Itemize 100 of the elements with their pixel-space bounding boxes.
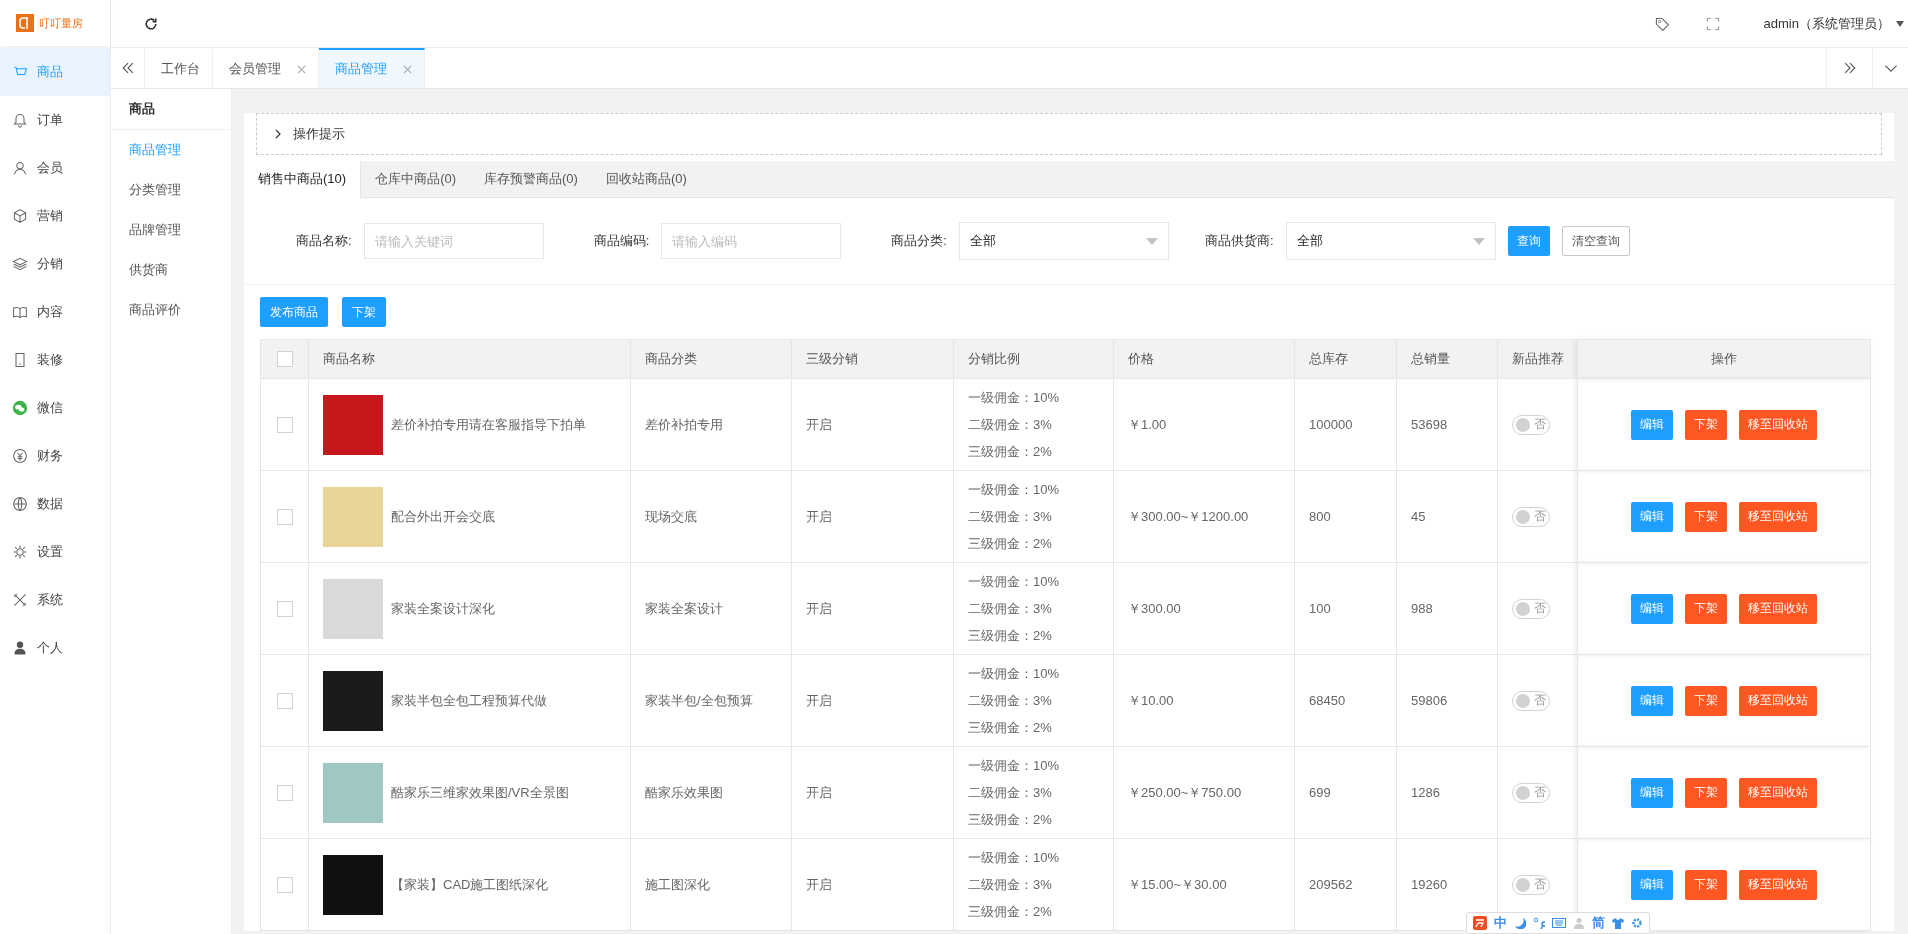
filter-label: 商品名称: — [296, 232, 352, 250]
product-name[interactable]: 酷家乐三维家效果图/VR全景图 — [391, 783, 569, 802]
commission-text: 二级佣金：3% — [968, 784, 1053, 802]
sidebar-item[interactable]: 微信 — [0, 384, 110, 432]
danger-button[interactable]: 下架 — [1685, 685, 1727, 716]
danger-button[interactable]: 移至回收站 — [1739, 593, 1817, 624]
filter-input[interactable]: 请输入编码 — [661, 223, 842, 259]
tools-icon — [12, 592, 28, 608]
row-checkbox[interactable] — [276, 416, 293, 433]
table-cell: 差价补拍专用 — [645, 416, 723, 432]
commission-text: 一级佣金：10% — [968, 757, 1061, 775]
tips-panel[interactable]: 操作提示 — [256, 113, 1882, 155]
product-name[interactable]: 差价补拍专用请在客服指导下拍单 — [391, 415, 586, 434]
danger-button[interactable]: 移至回收站 — [1739, 869, 1817, 900]
row-checkbox[interactable] — [276, 508, 293, 525]
table-cell: 68450 — [1309, 693, 1346, 708]
sidebar-item[interactable]: 会员 — [0, 144, 110, 192]
table-cell: 45 — [1411, 509, 1426, 524]
danger-button[interactable]: 下架 — [1685, 593, 1727, 624]
user-menu[interactable]: admin（系统管理员） — [1763, 14, 1890, 33]
product-name[interactable]: 家装半包全包工程预算代做 — [391, 691, 547, 710]
product-name[interactable]: 配合外出开会交底 — [391, 507, 495, 526]
ime-script[interactable]: 简 — [1592, 914, 1605, 932]
tag-icon[interactable] — [1653, 15, 1670, 32]
filter-input[interactable]: 请输入关键词 — [363, 223, 544, 259]
select-all-checkbox[interactable] — [276, 351, 293, 368]
caret-icon[interactable] — [1896, 20, 1904, 27]
price-text: ￥15.00~￥30.00 — [1128, 876, 1227, 892]
sidebar-item[interactable]: 设置 — [0, 528, 110, 576]
commission-text: 三级佣金：2% — [968, 627, 1053, 645]
sidebar-item[interactable]: 系统 — [0, 576, 110, 624]
danger-button[interactable]: 移至回收站 — [1739, 777, 1817, 808]
danger-button[interactable]: 下架 — [1685, 777, 1727, 808]
price-text: ￥300.00 — [1128, 600, 1181, 616]
keyboard-icon[interactable] — [1552, 918, 1566, 928]
danger-button[interactable]: 移至回收站 — [1739, 501, 1817, 532]
row-checkbox[interactable] — [276, 784, 293, 801]
row-checkbox[interactable] — [276, 692, 293, 709]
close-icon[interactable] — [403, 64, 412, 74]
sidebar-item[interactable]: 数据 — [0, 480, 110, 528]
clear-button[interactable]: 清空查询 — [1561, 226, 1630, 256]
danger-button[interactable]: 移至回收站 — [1739, 409, 1817, 440]
goods-tab[interactable]: 销售中商品(10) — [244, 161, 362, 198]
sidebar-item[interactable]: 个人 — [0, 624, 110, 672]
subnav-item[interactable]: 供货商 — [111, 250, 231, 290]
table-cell: 开启 — [806, 784, 832, 800]
subnav-item[interactable]: 品牌管理 — [111, 210, 231, 250]
table-cell: 开启 — [806, 876, 832, 892]
filter-select[interactable]: 全部 — [958, 222, 1169, 260]
goods-tab[interactable]: 库存预警商品(0) — [470, 161, 592, 197]
shirt-icon[interactable] — [1612, 917, 1624, 929]
moon-icon[interactable] — [1514, 917, 1526, 929]
scroll-right-button[interactable] — [1826, 48, 1872, 88]
danger-button[interactable]: 下架 — [1685, 869, 1727, 900]
photo-placeholder — [323, 394, 383, 455]
goods-tab[interactable]: 回收站商品(0) — [591, 161, 701, 197]
table-cell: 开启 — [806, 600, 832, 616]
subnav-item[interactable]: 分类管理 — [111, 170, 231, 210]
filter-label: 商品编码: — [593, 232, 650, 250]
sidebar-item[interactable]: 营销 — [0, 192, 110, 240]
goods-tab[interactable]: 仓库中商品(0) — [361, 161, 470, 197]
close-icon[interactable] — [297, 64, 306, 74]
sidebar-item[interactable]: 分销 — [0, 240, 110, 288]
sidebar-item[interactable]: 装修 — [0, 336, 110, 384]
commission-text: 三级佣金：2% — [968, 811, 1053, 829]
sidebar-item[interactable]: 财务 — [0, 432, 110, 480]
product-name[interactable]: 家装全案设计深化 — [391, 599, 495, 618]
photo-placeholder — [323, 670, 383, 731]
scroll-left-button[interactable] — [111, 48, 145, 88]
column-header: 总库存 — [1309, 351, 1348, 366]
photo-placeholder — [323, 762, 383, 823]
commission-text: 一级佣金：10% — [968, 573, 1061, 591]
price-text: ￥250.00~￥750.00 — [1128, 784, 1242, 800]
table-cell: 100 — [1309, 601, 1331, 616]
table-cell: 施工图深化 — [645, 876, 710, 892]
tabs-menu-button[interactable] — [1872, 48, 1908, 88]
table-cell: 家装全案设计 — [645, 600, 723, 616]
commission-text: 一级佣金：10% — [968, 481, 1061, 499]
refresh-icon[interactable] — [143, 15, 159, 32]
filter-select[interactable]: 全部 — [1285, 222, 1496, 260]
punctuation-icon[interactable] — [1533, 917, 1545, 929]
price-text: ￥10.00 — [1128, 692, 1174, 708]
commission-text: 二级佣金：3% — [968, 692, 1053, 710]
ime-mode[interactable]: 中 — [1494, 914, 1507, 932]
subnav-item[interactable]: 商品评价 — [111, 290, 231, 330]
row-checkbox[interactable] — [276, 876, 293, 893]
sidebar-item[interactable]: 内容 — [0, 288, 110, 336]
ime-logo-icon[interactable] — [1473, 916, 1487, 930]
fullscreen-icon[interactable] — [1705, 16, 1720, 31]
table-cell: 59806 — [1411, 693, 1448, 708]
table-cell: 现场交底 — [645, 508, 697, 524]
person-icon[interactable] — [1573, 917, 1585, 929]
danger-button[interactable]: 下架 — [1685, 409, 1727, 440]
row-checkbox[interactable] — [276, 600, 293, 617]
danger-button[interactable]: 下架 — [1685, 501, 1727, 532]
sidebar-item[interactable]: 订单 — [0, 96, 110, 144]
table-cell: 209562 — [1309, 877, 1353, 892]
product-name[interactable]: 【家装】CAD施工图纸深化 — [391, 875, 549, 894]
page-tab[interactable]: 工作台 — [145, 48, 213, 88]
danger-button[interactable]: 移至回收站 — [1739, 685, 1817, 716]
